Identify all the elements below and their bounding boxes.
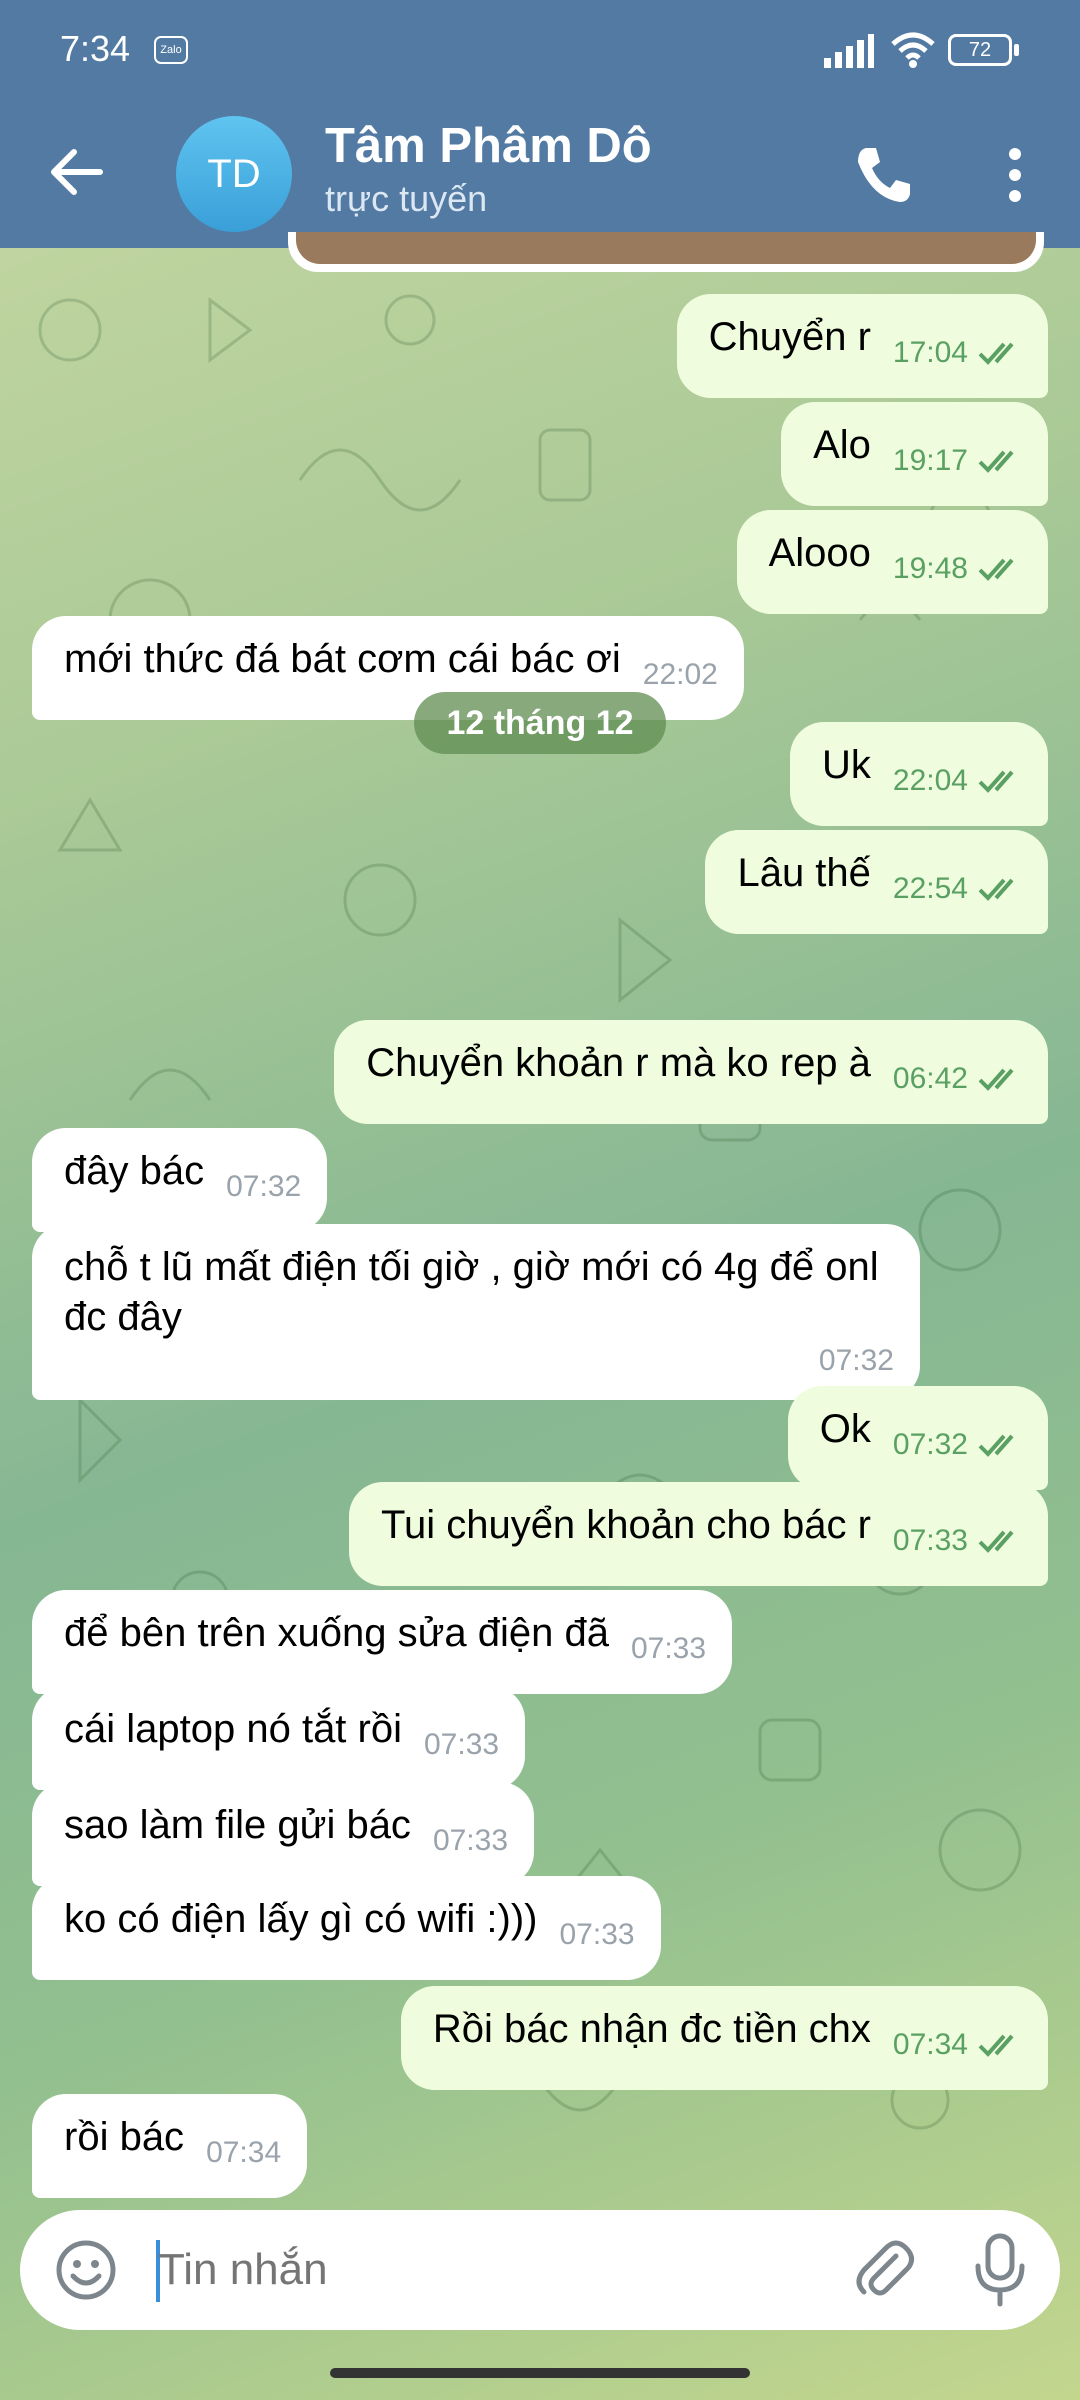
message-incoming[interactable]: cái laptop nó tắt rồi 07:33: [32, 1686, 526, 1790]
message-text: chỗ t lũ mất điện tối giờ , giờ mới có 4…: [64, 1245, 879, 1339]
paperclip-icon[interactable]: [850, 2236, 918, 2304]
message-text: ko có điện lấy gì có wifi :))): [64, 1897, 538, 1941]
message-time: 07:32: [818, 1344, 894, 1377]
double-check-icon: [978, 1530, 1014, 1553]
message-time: 07:33: [630, 1632, 707, 1665]
message-time: 07:34: [206, 2136, 282, 2169]
message-text: Chuyển khoản r mà ko rep à: [366, 1041, 871, 1085]
message-text: Tui chuyển khoản cho bác r: [381, 1503, 871, 1547]
message-incoming[interactable]: sao làm file gửi bác 07:33: [32, 1782, 535, 1886]
message-text: Rồi bác nhận đc tiền chx: [432, 2007, 871, 2051]
double-check-icon: [978, 1434, 1014, 1457]
message-text: đây bác: [64, 1149, 205, 1193]
double-check-icon: [978, 1068, 1014, 1091]
message-text: sao làm file gửi bác: [64, 1803, 411, 1847]
double-check-icon: [978, 2034, 1014, 2057]
message-time: 07:34: [893, 2020, 1022, 2070]
message-text: Ok: [819, 1407, 871, 1451]
message-composer: [20, 2210, 1060, 2330]
message-incoming[interactable]: chỗ t lũ mất điện tối giờ , giờ mới có 4…: [32, 1224, 920, 1400]
message-incoming[interactable]: để bên trên xuống sửa điện đã 07:33: [32, 1590, 733, 1694]
message-time: 06:42: [893, 1054, 1022, 1104]
message-time: 07:32: [893, 1420, 1022, 1470]
message-text: rồi bác: [64, 2115, 185, 2159]
message-incoming[interactable]: ko có điện lấy gì có wifi :))) 07:33: [32, 1876, 661, 1980]
message-input[interactable]: [158, 2240, 838, 2300]
message-time: 07:33: [893, 1516, 1022, 1566]
message-text: để bên trên xuống sửa điện đã: [64, 1611, 609, 1655]
message-outgoing[interactable]: Tui chuyển khoản cho bác r 07:33: [349, 1482, 1048, 1586]
smiley-icon[interactable]: [54, 2238, 118, 2302]
message-incoming[interactable]: rồi bác 07:34: [32, 2094, 308, 2198]
message-outgoing[interactable]: Rồi bác nhận đc tiền chx 07:34: [400, 1986, 1048, 2090]
home-indicator[interactable]: [330, 2368, 750, 2378]
microphone-icon[interactable]: [972, 2232, 1028, 2308]
message-time: 07:33: [424, 1728, 500, 1761]
message-time: 07:33: [559, 1918, 635, 1951]
message-list-continued[interactable]: Chuyển khoản r mà ko rep à 06:42 đây bác 0…: [0, 0, 1080, 2198]
message-outgoing[interactable]: Chuyển khoản r mà ko rep à 06:42: [334, 1020, 1048, 1124]
message-time: 07:33: [432, 1824, 509, 1857]
message-text: cái laptop nó tắt rồi: [64, 1707, 402, 1751]
message-incoming[interactable]: đây bác 07:32: [32, 1128, 328, 1232]
message-time: 07:32: [226, 1170, 302, 1203]
message-outgoing[interactable]: Ok 07:32: [787, 1386, 1048, 1490]
